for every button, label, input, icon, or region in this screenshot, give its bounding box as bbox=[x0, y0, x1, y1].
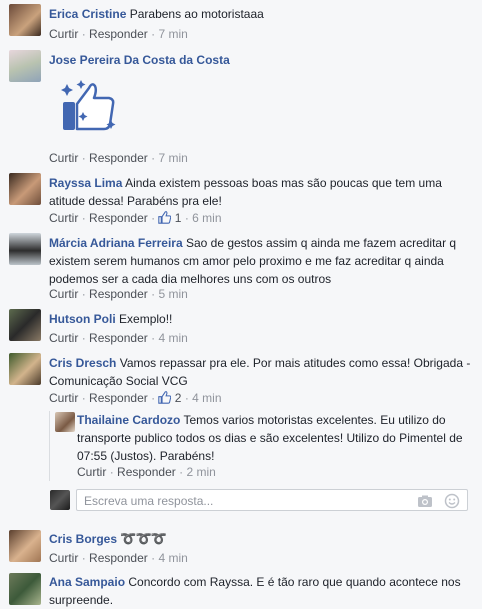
comment-actions: Curtir · Responder · 4 min bbox=[49, 551, 188, 565]
comment-actions: Curtir · Responder · 7 min bbox=[49, 151, 188, 165]
commenter-name[interactable]: Rayssa Lima bbox=[49, 176, 122, 190]
comment-actions: Curtir · Responder · 7 min bbox=[49, 27, 188, 41]
avatar[interactable] bbox=[9, 353, 41, 385]
commenter-name[interactable]: Erica Cristine bbox=[49, 7, 126, 21]
like-button[interactable]: Curtir bbox=[49, 391, 78, 405]
like-button[interactable]: Curtir bbox=[49, 27, 78, 41]
current-user-avatar bbox=[50, 490, 70, 510]
timestamp[interactable]: 5 min bbox=[158, 287, 187, 301]
comment-actions: Curtir · Responder · 4 min bbox=[49, 331, 188, 345]
comment-text: Exemplo!! bbox=[119, 312, 173, 326]
comment-actions: Curtir · Responder · 2 · 4 min bbox=[49, 391, 222, 405]
timestamp[interactable]: 7 min bbox=[158, 27, 187, 41]
avatar[interactable] bbox=[9, 173, 41, 205]
reply-button[interactable]: Responder bbox=[117, 465, 176, 479]
commenter-name[interactable]: Jose Pereira Da Costa da Costa bbox=[49, 53, 230, 67]
commenter-name[interactable]: Márcia Adriana Ferreira bbox=[49, 236, 183, 250]
reply-thread-line bbox=[49, 411, 50, 481]
avatar[interactable] bbox=[55, 412, 75, 432]
commenter-name[interactable]: Thailaine Cardozo bbox=[77, 413, 180, 427]
commenter-name[interactable]: Cris Dresch bbox=[49, 356, 116, 370]
reply-button[interactable]: Responder bbox=[89, 151, 148, 165]
comment-actions: Curtir · Responder · 2 min bbox=[77, 465, 216, 479]
like-count-icon bbox=[158, 391, 172, 404]
reply-composer bbox=[76, 489, 468, 511]
commenter-name[interactable]: Ana Sampaio bbox=[49, 575, 125, 589]
timestamp[interactable]: 4 min bbox=[192, 391, 221, 405]
reply-button[interactable]: Responder bbox=[89, 551, 148, 565]
reply-button[interactable]: Responder bbox=[89, 27, 148, 41]
like-count-icon bbox=[158, 211, 172, 224]
like-button[interactable]: Curtir bbox=[49, 331, 78, 345]
thumbs-up-sticker-icon[interactable] bbox=[59, 76, 119, 136]
commenter-name[interactable]: Hutson Poli bbox=[49, 312, 116, 326]
camera-icon[interactable] bbox=[417, 493, 433, 509]
reply-button[interactable]: Responder bbox=[89, 211, 148, 225]
like-button[interactable]: Curtir bbox=[49, 551, 78, 565]
timestamp[interactable]: 4 min bbox=[158, 331, 187, 345]
timestamp[interactable]: 4 min bbox=[158, 551, 187, 565]
reply-button[interactable]: Responder bbox=[89, 287, 148, 301]
avatar[interactable] bbox=[9, 50, 41, 82]
reply-button[interactable]: Responder bbox=[89, 331, 148, 345]
avatar[interactable] bbox=[9, 4, 41, 36]
reply-input[interactable] bbox=[82, 492, 406, 510]
decorative-emoji-icons: ➰➰➰ bbox=[120, 531, 167, 546]
timestamp[interactable]: 6 min bbox=[192, 211, 221, 225]
timestamp[interactable]: 7 min bbox=[158, 151, 187, 165]
like-button[interactable]: Curtir bbox=[49, 211, 78, 225]
like-count[interactable]: 1 bbox=[158, 211, 184, 225]
avatar[interactable] bbox=[9, 309, 41, 341]
like-button[interactable]: Curtir bbox=[49, 151, 78, 165]
avatar[interactable] bbox=[9, 233, 41, 265]
like-button[interactable]: Curtir bbox=[77, 465, 106, 479]
comment-actions: Curtir · Responder · 1 · 6 min bbox=[49, 211, 222, 225]
like-count[interactable]: 2 bbox=[158, 391, 184, 405]
emoji-icon[interactable] bbox=[444, 493, 460, 509]
reply-button[interactable]: Responder bbox=[89, 391, 148, 405]
commenter-name[interactable]: Cris Borges bbox=[49, 532, 117, 546]
timestamp[interactable]: 2 min bbox=[186, 465, 215, 479]
comment-text: Parabens ao motoristaaa bbox=[129, 7, 264, 21]
avatar[interactable] bbox=[9, 573, 41, 605]
avatar[interactable] bbox=[9, 530, 41, 562]
comment-actions: Curtir · Responder · 5 min bbox=[49, 287, 188, 301]
like-button[interactable]: Curtir bbox=[49, 287, 78, 301]
